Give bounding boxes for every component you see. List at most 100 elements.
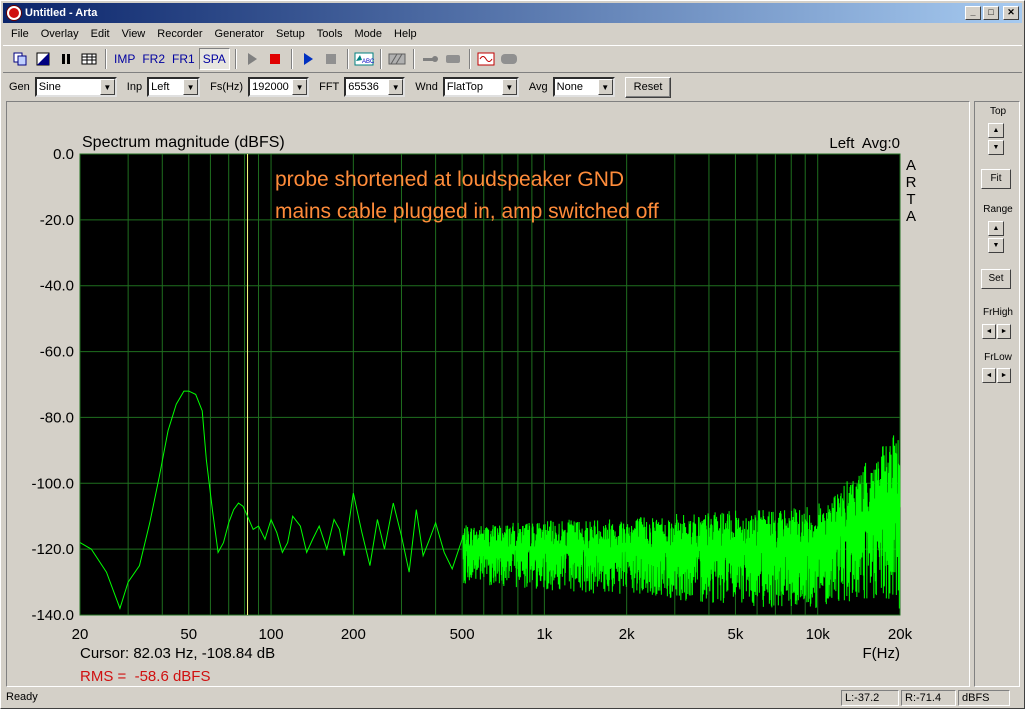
fs-label: Fs(Hz) (210, 81, 244, 93)
device-icon[interactable] (442, 48, 464, 70)
watermark-r: R (906, 174, 917, 191)
x-axis-label: F(Hz) (863, 645, 901, 662)
pause-icon[interactable] (55, 48, 77, 70)
top-label: Top (989, 106, 1007, 117)
chevron-down-icon[interactable]: ▼ (501, 79, 517, 95)
annotation-line-2: mains cable plugged in, amp switched off (275, 200, 659, 223)
inp-label: Inp (126, 81, 143, 93)
menu-file[interactable]: File (3, 28, 35, 40)
fr1-mode-button[interactable]: FR1 (169, 48, 198, 70)
imp-mode-button[interactable]: IMP (111, 48, 138, 70)
menu-edit[interactable]: Edit (85, 28, 116, 40)
abc-annotation-icon[interactable]: ABC (353, 48, 375, 70)
side-control-panel: Top ▲ ▼ Fit Range ▲ ▼ Set FrHigh ◄ ► FrL… (974, 101, 1020, 687)
options-bar: Gen Sine ▼ Inp Left ▼ Fs(Hz) 192000 ▼ FFT 6… (3, 74, 1022, 100)
menu-mode[interactable]: Mode (348, 28, 388, 40)
overlay-icon[interactable] (32, 48, 54, 70)
x-tick-label: 5k (728, 626, 744, 643)
record-stop-icon[interactable] (264, 48, 286, 70)
fit-button[interactable]: Fit (981, 169, 1011, 189)
range-down-button[interactable]: ▼ (988, 238, 1004, 253)
menu-bar: File Overlay Edit View Recorder Generato… (3, 24, 423, 43)
gen-select[interactable]: Sine ▼ (34, 77, 117, 97)
top-up-button[interactable]: ▲ (988, 123, 1004, 138)
y-tick-label: 0.0 (53, 146, 74, 163)
chevron-down-icon[interactable]: ▼ (183, 79, 199, 95)
copy-icon[interactable] (9, 48, 31, 70)
watermark-a1: A (906, 157, 916, 174)
menu-recorder[interactable]: Recorder (151, 28, 208, 40)
menu-help[interactable]: Help (388, 28, 423, 40)
set-button[interactable]: Set (981, 269, 1011, 289)
avg-select[interactable]: None ▼ (552, 77, 615, 97)
status-right-level: R:-71.4 (901, 690, 956, 706)
frhigh-label: FrHigh (982, 307, 1013, 318)
generator-sine-icon[interactable] (475, 48, 497, 70)
menu-tools[interactable]: Tools (311, 28, 349, 40)
channel-avg-label: Left Avg:0 (829, 135, 900, 152)
cursor-readout: Cursor: 82.03 Hz, -108.84 dB (80, 645, 275, 662)
x-tick-label: 10k (806, 626, 831, 643)
table-icon[interactable] (78, 48, 100, 70)
frlow-right-button[interactable]: ► (997, 368, 1011, 383)
y-tick-label: -20.0 (40, 212, 74, 229)
svg-text:ABC: ABC (362, 59, 374, 65)
fr2-mode-button[interactable]: FR2 (139, 48, 168, 70)
menu-overlay[interactable]: Overlay (35, 28, 85, 40)
watermark-t: T (906, 191, 915, 208)
wnd-label: Wnd (415, 81, 438, 93)
status-ready: Ready (6, 691, 38, 703)
x-tick-label: 1k (536, 626, 552, 643)
x-tick-label: 20 (72, 626, 89, 643)
chart-title: Spectrum magnitude (dBFS) (82, 134, 285, 151)
x-tick-label: 500 (450, 626, 475, 643)
spa-mode-button[interactable]: SPA (198, 48, 230, 70)
play-generator-icon[interactable] (297, 48, 319, 70)
range-label: Range (983, 204, 1013, 215)
x-tick-label: 2k (619, 626, 635, 643)
wnd-select[interactable]: FlatTop ▼ (442, 77, 519, 97)
rounded-device-icon[interactable] (498, 48, 520, 70)
frlow-label: FrLow (984, 352, 1012, 363)
fft-select[interactable]: 65536 ▼ (344, 77, 406, 97)
stop-icon[interactable] (320, 48, 342, 70)
reset-button[interactable]: Reset (624, 76, 672, 98)
chevron-down-icon[interactable]: ▼ (388, 79, 404, 95)
spectrum-chart[interactable]: 0.0 -20.0 -40.0 -60.0 -80.0 -100.0 -120.0 -140.… (7, 102, 969, 686)
close-button[interactable]: ✕ (1003, 6, 1019, 20)
x-tick-label: 100 (259, 626, 284, 643)
probe-icon[interactable] (419, 48, 441, 70)
y-tick-label: -100.0 (31, 475, 74, 492)
frhigh-left-button[interactable]: ◄ (982, 324, 996, 339)
chevron-down-icon[interactable]: ▼ (597, 79, 613, 95)
rms-readout: RMS = -58.6 dBFS (80, 668, 210, 685)
menu-generator[interactable]: Generator (209, 28, 271, 40)
hatch-icon[interactable] (386, 48, 408, 70)
top-down-button[interactable]: ▼ (988, 140, 1004, 155)
fft-label: FFT (319, 81, 340, 93)
arta-window: Untitled - Arta _ □ ✕ File Overlay Edit … (0, 0, 1025, 709)
chevron-down-icon[interactable]: ▼ (292, 79, 308, 95)
y-tick-label: -40.0 (40, 278, 74, 295)
maximize-button[interactable]: □ (983, 6, 999, 20)
x-tick-label: 20k (888, 626, 913, 643)
spectrum-plot-panel: 0.0 -20.0 -40.0 -60.0 -80.0 -100.0 -120.0 -140.… (6, 101, 970, 687)
status-unit: dBFS (958, 690, 1010, 706)
range-up-button[interactable]: ▲ (988, 221, 1004, 236)
chevron-down-icon[interactable]: ▼ (99, 79, 115, 95)
play-icon[interactable] (241, 48, 263, 70)
main-toolbar: IMP FR2 FR1 SPA ABC (3, 45, 1022, 73)
frhigh-right-button[interactable]: ► (997, 324, 1011, 339)
y-tick-label: -80.0 (40, 409, 74, 426)
annotation-line-1: probe shortened at loudspeaker GND (275, 168, 624, 191)
fs-select[interactable]: 192000 ▼ (248, 77, 310, 97)
minimize-button[interactable]: _ (965, 6, 981, 20)
y-tick-label: -120.0 (31, 541, 74, 558)
watermark-a2: A (906, 208, 916, 225)
status-left-level: L:-37.2 (841, 690, 899, 706)
inp-select[interactable]: Left ▼ (147, 77, 201, 97)
frlow-left-button[interactable]: ◄ (982, 368, 996, 383)
menu-view[interactable]: View (116, 28, 152, 40)
menu-setup[interactable]: Setup (270, 28, 311, 40)
arta-app-icon[interactable] (7, 6, 21, 20)
